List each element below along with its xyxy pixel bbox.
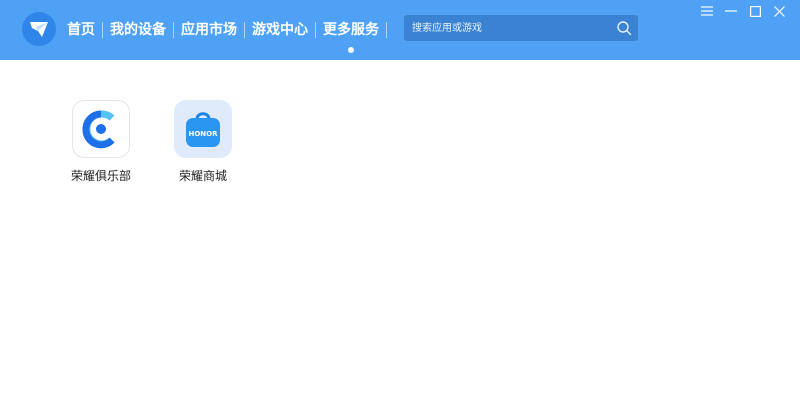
- maximize-icon: [749, 5, 761, 17]
- close-button[interactable]: [770, 4, 788, 18]
- honor-mall-badge-text: HONOR: [188, 130, 218, 138]
- nav-home[interactable]: 首页: [60, 20, 102, 40]
- minimize-icon: [725, 10, 737, 12]
- honor-club-icon: [82, 110, 115, 149]
- services-content: 荣耀俱乐部 HONOR 荣耀商城: [0, 60, 800, 400]
- search-box: [404, 15, 638, 41]
- app-logo-icon[interactable]: [22, 12, 56, 46]
- main-nav: 首页 我的设备 应用市场 游戏中心 更多服务: [60, 0, 387, 60]
- app-label: 荣耀俱乐部: [70, 169, 131, 183]
- close-icon: [773, 5, 785, 17]
- minimize-button[interactable]: [722, 4, 740, 18]
- nav-app-market[interactable]: 应用市场: [174, 20, 244, 40]
- nav-divider: [386, 22, 387, 38]
- nav-more-services-label: 更多服务: [323, 22, 379, 38]
- app-tile-honor-mall[interactable]: HONOR 荣耀商城: [158, 100, 248, 184]
- search-icon[interactable]: [616, 20, 632, 36]
- app-label: 荣耀商城: [178, 169, 227, 183]
- menu-icon: [701, 6, 713, 16]
- app-icon-frame: [72, 100, 130, 158]
- app-icon-frame: HONOR: [174, 100, 232, 158]
- nav-game-center[interactable]: 游戏中心: [245, 20, 315, 40]
- maximize-button[interactable]: [746, 4, 764, 18]
- app-window: 首页 我的设备 应用市场 游戏中心 更多服务 搜索应用或游戏 荣耀俱乐部 HON…: [0, 0, 800, 400]
- active-tab-indicator: [348, 47, 354, 53]
- window-controls: [698, 4, 788, 18]
- search-input[interactable]: [404, 15, 604, 41]
- nav-my-devices[interactable]: 我的设备: [103, 20, 173, 40]
- top-bar: 首页 我的设备 应用市场 游戏中心 更多服务: [0, 0, 800, 60]
- app-tile-honor-club[interactable]: 荣耀俱乐部: [56, 100, 146, 184]
- menu-button[interactable]: [698, 4, 716, 18]
- nav-more-services[interactable]: 更多服务: [316, 20, 386, 53]
- honor-mall-icon: HONOR: [186, 112, 220, 147]
